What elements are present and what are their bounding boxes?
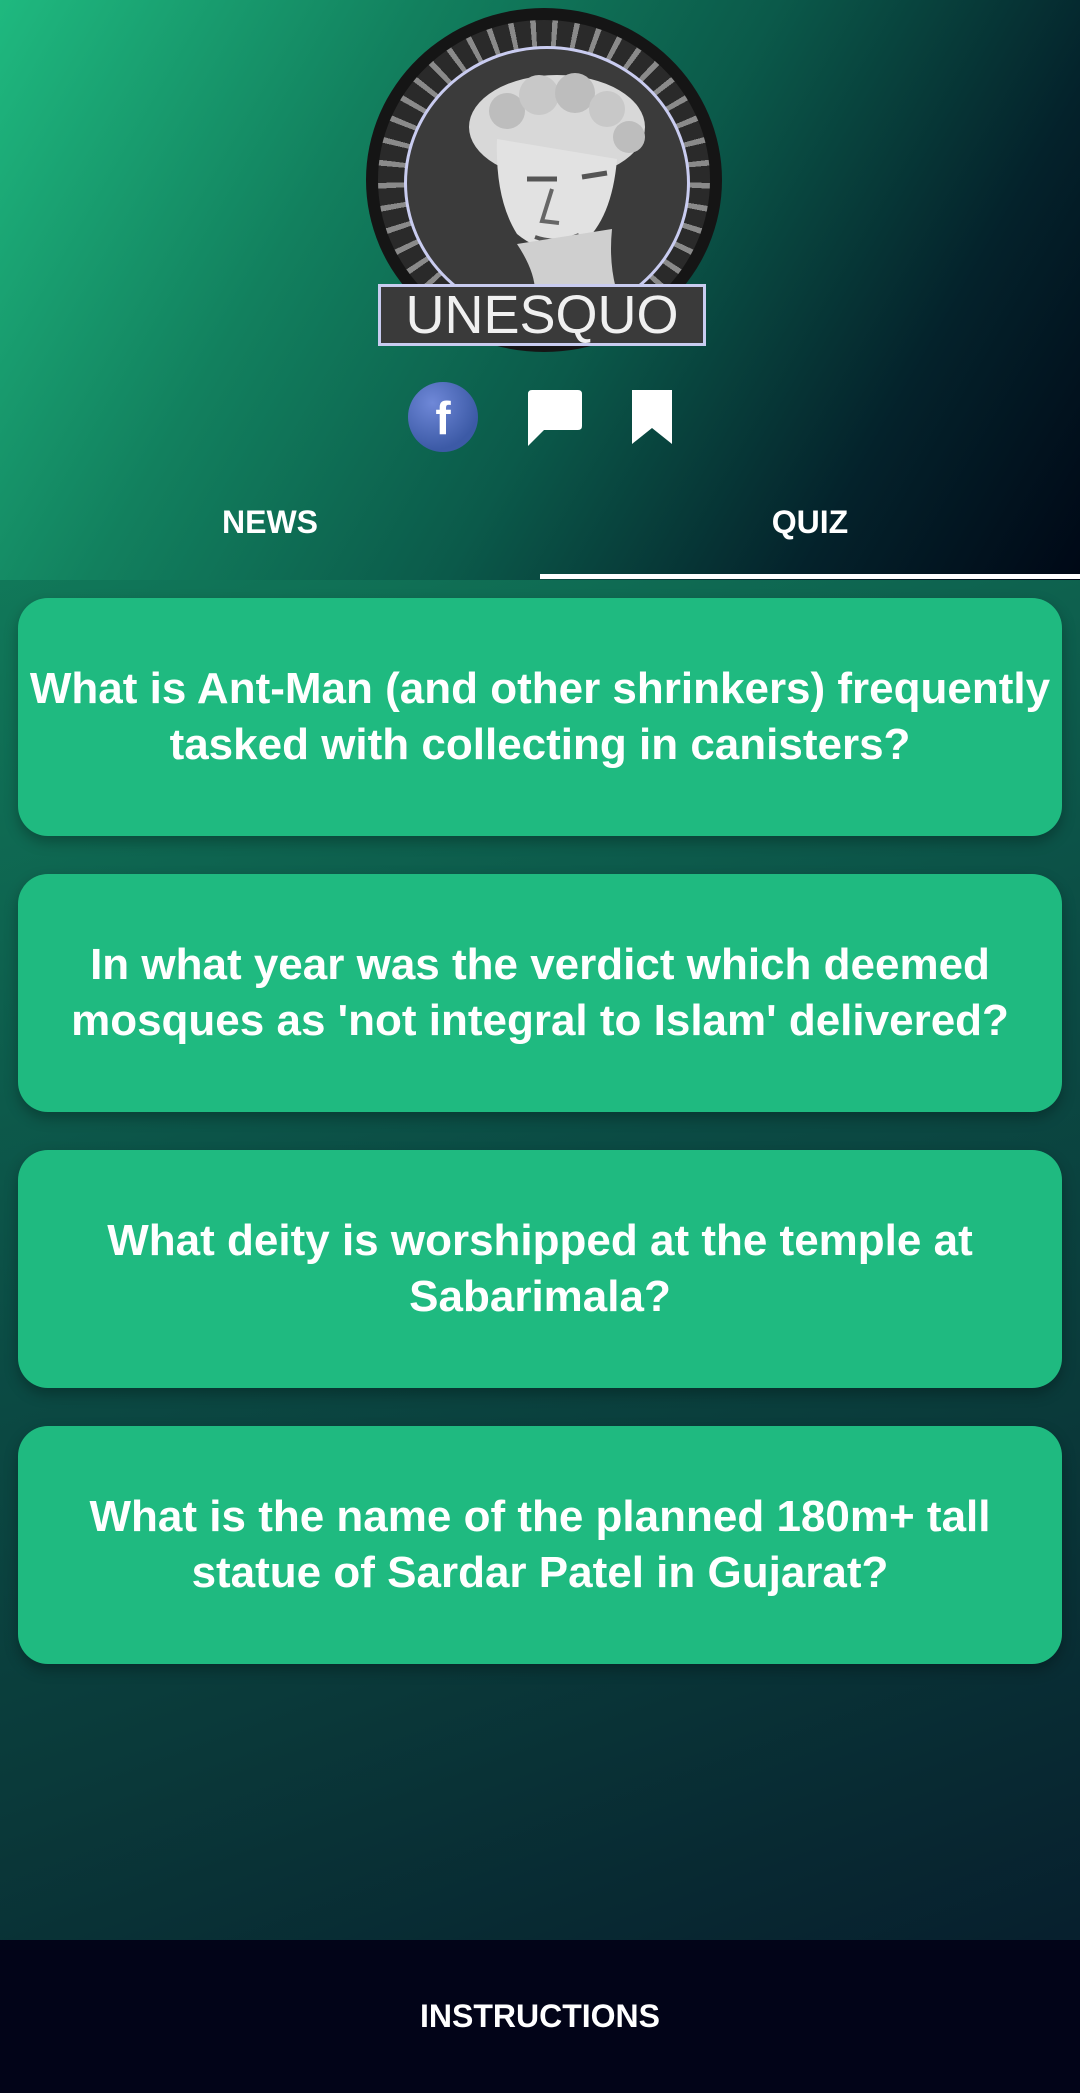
question-card[interactable]: In what year was the verdict which deeme… [18, 874, 1062, 1112]
tab-quiz[interactable]: QUIZ [540, 466, 1080, 578]
logo-portrait [404, 46, 690, 320]
question-text: What is the name of the planned 180m+ ta… [89, 1492, 991, 1597]
question-list: What is Ant-Man (and other shrinkers) fr… [18, 598, 1062, 1702]
question-card[interactable]: What is the name of the planned 180m+ ta… [18, 1426, 1062, 1664]
question-text: What is Ant-Man (and other shrinkers) fr… [29, 664, 1051, 769]
social-bar: f [0, 380, 1080, 460]
logo-wordmark: UNESQUO [378, 284, 706, 346]
bookmark-icon[interactable] [630, 388, 674, 446]
tab-bar: NEWS QUIZ [0, 466, 1080, 579]
question-card[interactable]: What deity is worshipped at the temple a… [18, 1150, 1062, 1388]
facebook-icon[interactable]: f [408, 382, 478, 452]
active-tab-indicator [540, 574, 1080, 579]
instructions-button[interactable]: INSTRUCTIONS [0, 1940, 1080, 2093]
chat-icon[interactable] [522, 386, 584, 448]
app-logo: UNESQUO [366, 8, 722, 352]
bust-icon [469, 73, 645, 317]
question-card[interactable]: What is Ant-Man (and other shrinkers) fr… [18, 598, 1062, 836]
question-text: What deity is worshipped at the temple a… [107, 1216, 973, 1321]
tab-news[interactable]: NEWS [0, 466, 540, 578]
question-text: In what year was the verdict which deeme… [71, 940, 1009, 1045]
